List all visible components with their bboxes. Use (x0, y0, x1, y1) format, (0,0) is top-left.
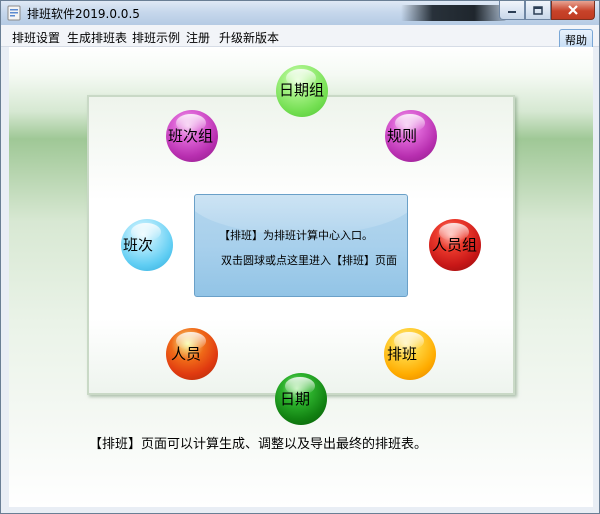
window-title: 排班软件2019.0.0.5 (27, 7, 140, 21)
maximize-button[interactable] (525, 1, 551, 20)
maximize-icon (533, 5, 543, 15)
minimize-button[interactable] (499, 1, 525, 20)
sphere-rules-label: 规则 (387, 127, 418, 145)
minimize-icon (508, 11, 516, 13)
close-icon (568, 5, 578, 15)
entry-description: 【排班】为排班计算中心入口。 (219, 229, 373, 242)
close-button[interactable] (551, 1, 595, 20)
sphere-staff-group-label: 人员组 (432, 236, 478, 254)
menu-schedule-settings[interactable]: 排班设置 (12, 29, 60, 46)
sphere-shift-label: 班次 (123, 236, 154, 254)
sphere-date-group-label: 日期组 (279, 81, 325, 99)
blurred-region (401, 5, 506, 21)
sphere-shift-group-label: 班次组 (168, 127, 214, 145)
sphere-schedule-label: 排班 (387, 345, 418, 363)
sphere-staff-label: 人员 (171, 345, 202, 363)
title-bar[interactable]: 排班软件2019.0.0.5 (1, 1, 599, 25)
menu-generate-schedule[interactable]: 生成排班表 (67, 29, 127, 46)
menu-upgrade[interactable]: 升级新版本 (219, 29, 279, 46)
menu-bar: 排班设置 生成排班表 排班示例 注册 升级新版本 (1, 25, 599, 47)
footer-description: 【排班】页面可以计算生成、调整以及导出最终的排班表。 (89, 437, 428, 452)
app-window: 排班软件2019.0.0.5 排班设置 生成排班表 排班示例 注册 升级新版本 … (0, 0, 600, 514)
app-icon (7, 5, 21, 21)
menu-register[interactable]: 注册 (186, 29, 210, 46)
menu-schedule-examples[interactable]: 排班示例 (132, 29, 180, 46)
schedule-entry-box[interactable]: 【排班】为排班计算中心入口。 双击圆球或点这里进入【排班】页面 (194, 194, 408, 297)
sphere-date-label: 日期 (280, 390, 311, 408)
entry-instruction: 双击圆球或点这里进入【排班】页面 (221, 254, 397, 267)
